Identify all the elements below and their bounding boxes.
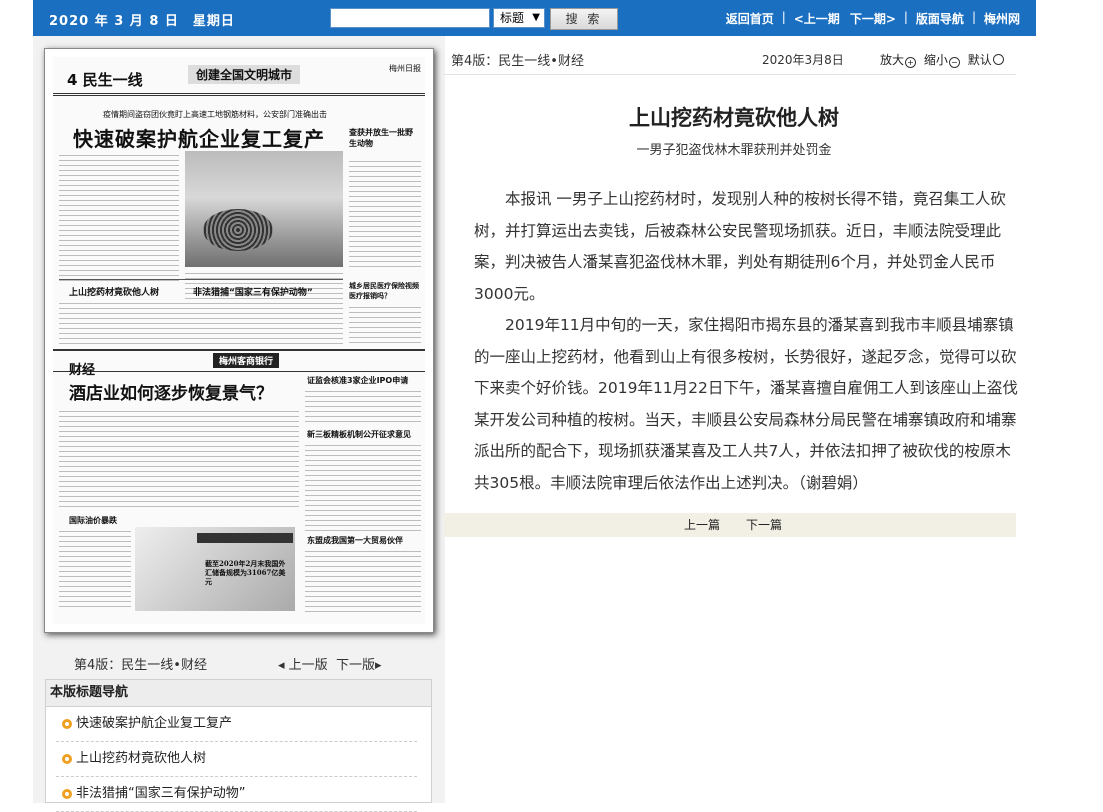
paper-header: 4 民生一线 创建全国文明城市 梅州日报: [53, 57, 425, 96]
paper-subhead: 证监会核准3家企业IPO申请: [307, 376, 409, 385]
chevron-down-icon: ▼: [532, 12, 540, 23]
paper-subhead: 国际油价暴跌: [69, 516, 117, 525]
nav-divider: |: [781, 10, 786, 24]
default-size-button[interactable]: 默认: [968, 53, 1008, 67]
paper-side-title: 查获并放生一批野生动物: [349, 128, 413, 148]
paper-ad-band: 梅州客商银行: [53, 349, 425, 372]
article-paragraph: 本报讯 一男子上山挖药材时，发现别人种的桉树长得不错，竟召集工人砍树，并打算运出…: [474, 190, 1006, 303]
chart-banner: [197, 533, 293, 543]
zoom-in-label: 放大: [880, 53, 905, 67]
prev-article-link[interactable]: 上一篇: [684, 513, 720, 537]
paper-subhead: 非法猎捕“国家三有保护动物”: [193, 288, 313, 298]
paper-page-number: 4 民生一线: [67, 71, 143, 89]
top-bar: 2020 年 3 月 8 日 星期日 标题 ▼ 搜 索 返回首页 | <上一期 下…: [33, 0, 1036, 36]
bullet-icon: [62, 719, 72, 729]
article-subtitle: 一男子犯盗伐林木罪获刑并处罚金: [636, 143, 832, 158]
text-block: [305, 443, 421, 531]
text-block: [349, 305, 421, 345]
title-nav-heading: 本版标题导航: [46, 680, 431, 707]
article-edition: 第4版：民生一线•财经: [451, 54, 584, 69]
prev-issue-link[interactable]: <上一期: [794, 10, 840, 27]
bullet-icon: [62, 754, 72, 764]
search-type-value: 标题: [500, 11, 525, 25]
title-nav-item[interactable]: 上山挖药材竟砍他人树: [56, 742, 417, 777]
text-block: [305, 389, 421, 425]
search-input[interactable]: [330, 8, 490, 28]
search-type-select[interactable]: 标题 ▼: [493, 8, 545, 28]
site-link[interactable]: 梅州网: [984, 10, 1020, 27]
newspaper-page: 4 民生一线 创建全国文明城市 梅州日报 疫情期间盗窃团伙竟盯上高速工地钢筋材料…: [53, 57, 425, 624]
plus-icon: +: [905, 57, 917, 68]
triangle-left-icon: ◂: [278, 658, 285, 673]
nav-spacer: [840, 10, 850, 27]
paper-side-title: 城乡居民医疗保险视频医疗报销吗？: [349, 282, 419, 300]
article-meta: 第4版：民生一线•财经 2020年3月8日 放大 + 缩小 − 默认: [451, 50, 1016, 70]
text-block: [59, 529, 131, 609]
text-block: [349, 159, 421, 269]
article-date: 2020年3月8日: [762, 53, 844, 67]
nav-divider: |: [971, 10, 976, 24]
zoom-out-label: 缩小: [923, 53, 948, 67]
title-nav-label: 上山挖药材竟砍他人树: [76, 751, 207, 766]
edition-label: 第4版：民生一线•财经: [74, 658, 207, 673]
title-nav-box: 本版标题导航 快速破案护航企业复工复产 上山挖药材竟砍他人树 非法猎捕“国家三有…: [45, 679, 432, 812]
bank-ad: 梅州客商银行: [213, 353, 280, 368]
next-page-link[interactable]: 下一版▸: [336, 658, 382, 673]
text-block: [59, 409, 299, 509]
text-block: [59, 153, 179, 283]
text-block: [305, 549, 421, 615]
triangle-right-icon: ▸: [374, 658, 382, 673]
text-block: [59, 301, 343, 345]
paper-slogan: 创建全国文明城市: [188, 65, 301, 84]
article-body: 本报讯 一男子上山挖药材时，发现别人种的桉树长得不错，竟召集工人砍树，并打算运出…: [474, 184, 1018, 499]
article-paragraph: 2019年11月中旬的一天，家住揭阳市揭东县的潘某喜到我市丰顺县埔寨镇的一座山上…: [474, 316, 1018, 492]
paper-brand: 梅州日报: [389, 64, 421, 73]
paper-subhead: 上山挖药材竟砍他人树: [69, 288, 160, 298]
default-label: 默认: [967, 53, 992, 67]
bullet-icon: [62, 789, 72, 799]
home-link[interactable]: 返回首页: [726, 10, 774, 27]
title-nav-label: 快速破案护航企业复工复产: [76, 716, 233, 731]
paper-kicker: 疫情期间盗窃团伙竟盯上高速工地钢筋材料，公安部门准确出击: [103, 110, 327, 119]
newspaper-page-image[interactable]: 4 民生一线 创建全国文明城市 梅州日报 疫情期间盗窃团伙竟盯上高速工地钢筋材料…: [44, 48, 434, 633]
article-title: 上山挖药材竟砍他人树: [629, 106, 839, 130]
news-photo: [185, 151, 343, 267]
paper-section: 财经: [69, 363, 96, 378]
zoom-out-button[interactable]: 缩小 −: [923, 53, 964, 68]
title-nav-item[interactable]: 非法猎捕“国家三有保护动物”: [56, 777, 417, 812]
paper-headline: 快速破案护航企业复工复产: [73, 127, 325, 151]
title-nav-item[interactable]: 快速破案护航企业复工复产: [56, 707, 417, 742]
next-page-label: 下一版: [335, 658, 375, 673]
article-nav: 上一篇 下一篇: [444, 513, 1016, 537]
paper-headline-2: 酒店业如何逐步恢复景气？: [69, 384, 273, 404]
chart-caption: 截至2020年2月末我国外汇储备规模为31067亿美元: [205, 559, 286, 586]
next-article-link[interactable]: 下一篇: [746, 513, 782, 537]
divider: [444, 74, 1016, 75]
search-button[interactable]: 搜 索: [550, 8, 618, 30]
column-rule: [59, 279, 343, 280]
paper-subhead: 东盟成我国第一大贸易伙伴: [307, 536, 403, 545]
circle-icon: [992, 54, 1004, 65]
font-size-controls: 放大 + 缩小 − 默认: [880, 51, 1008, 68]
top-nav: 返回首页 | <上一期 下一期> | 版面导航 | 梅州网: [726, 10, 1020, 27]
zoom-in-button[interactable]: 放大 +: [880, 53, 920, 68]
next-issue-link[interactable]: 下一期>: [850, 10, 896, 27]
current-date: 2020 年 3 月 8 日 星期日: [49, 14, 235, 29]
page-nav-link[interactable]: 版面导航: [916, 10, 964, 27]
page-nav: ◂ 上一版 下一版▸: [278, 654, 478, 673]
paper-subhead: 新三板精板机制公开征求意见: [307, 430, 411, 439]
nav-divider: |: [903, 10, 908, 24]
paper-chart: 截至2020年2月末我国外汇储备规模为31067亿美元: [135, 527, 295, 611]
title-nav-label: 非法猎捕“国家三有保护动物”: [76, 786, 246, 801]
photo-coil: [203, 209, 273, 251]
prev-page-label: 上一版: [288, 658, 328, 673]
prev-page-link[interactable]: ◂ 上一版: [278, 658, 328, 673]
minus-icon: −: [948, 57, 960, 68]
page-footer: 第4版：民生一线•财经 ◂ 上一版 下一版▸: [74, 654, 382, 673]
